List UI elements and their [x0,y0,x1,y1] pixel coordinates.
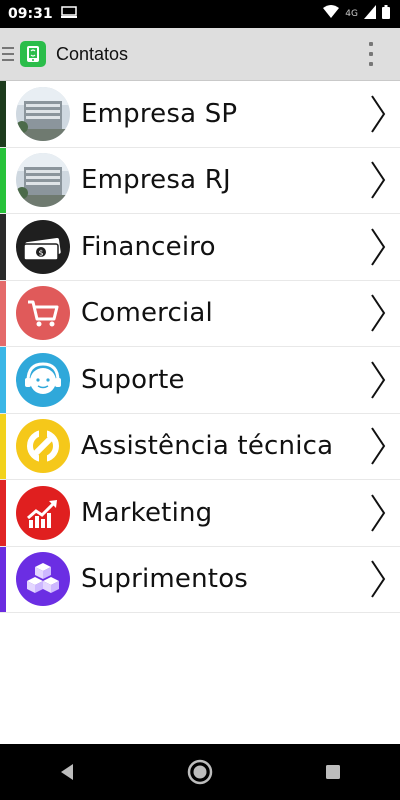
app-title: Contatos [56,43,129,64]
wrench-icon [16,419,70,474]
system-nav-bar [0,744,400,800]
item-label: Assistência técnica [81,431,334,462]
chevron-right-icon [371,294,386,332]
chevron-right-icon [371,95,386,133]
support-agent-icon [16,352,70,407]
list-item-suprimentos[interactable]: Suprimentos [0,546,400,613]
signal-icon [364,5,376,23]
category-stripe [0,413,6,479]
network-type: 4G [345,9,358,19]
overflow-menu-icon[interactable] [368,42,374,66]
status-bar: 09:31 4G [0,0,400,28]
list-item-financeiro[interactable]: $ Financeiro [0,214,400,281]
list-item-comercial[interactable]: Comercial [0,280,400,347]
item-label: Marketing [81,497,213,528]
back-icon[interactable] [47,752,87,792]
item-label: Suprimentos [81,564,249,595]
category-stripe [0,214,6,280]
recents-icon[interactable] [313,752,353,792]
app-bar: Contatos [0,28,400,81]
item-label: Empresa SP [81,98,238,129]
category-stripe [0,480,6,546]
list-item-empresa-rj[interactable]: Empresa RJ [0,147,400,214]
category-stripe [0,347,6,413]
money-icon: $ [16,219,70,274]
screen-cast-icon [60,6,77,22]
list-item-empresa-sp[interactable]: Empresa SP [0,81,400,148]
growth-chart-icon [16,485,70,540]
phone-app-icon [20,41,46,67]
chevron-right-icon [371,161,386,199]
svg-text:$: $ [38,248,43,257]
chevron-right-icon [371,361,386,399]
item-label: Financeiro [81,231,216,262]
drawer-toggle-icon[interactable] [2,47,14,61]
item-label: Comercial [81,298,213,329]
status-time: 09:31 [8,6,53,22]
chevron-right-icon [371,560,386,598]
building-photo-icon [16,153,70,208]
chevron-right-icon [371,427,386,465]
cart-icon [16,286,70,341]
category-stripe [0,81,6,147]
home-icon[interactable] [180,752,220,792]
category-stripe [0,147,6,213]
wifi-icon [323,5,340,23]
battery-icon [382,5,390,23]
list-item-assistencia-tecnica[interactable]: Assistência técnica [0,413,400,480]
contact-list: Empresa SP Empresa RJ $ Financeiro Comer… [0,81,400,613]
category-stripe [0,280,6,346]
item-label: Suporte [81,364,185,395]
list-item-suporte[interactable]: Suporte [0,347,400,414]
building-photo-icon [16,86,70,141]
chevron-right-icon [371,494,386,532]
boxes-icon [16,552,70,607]
category-stripe [0,546,6,612]
list-item-marketing[interactable]: Marketing [0,480,400,547]
item-label: Empresa RJ [81,165,231,196]
chevron-right-icon [371,228,386,266]
